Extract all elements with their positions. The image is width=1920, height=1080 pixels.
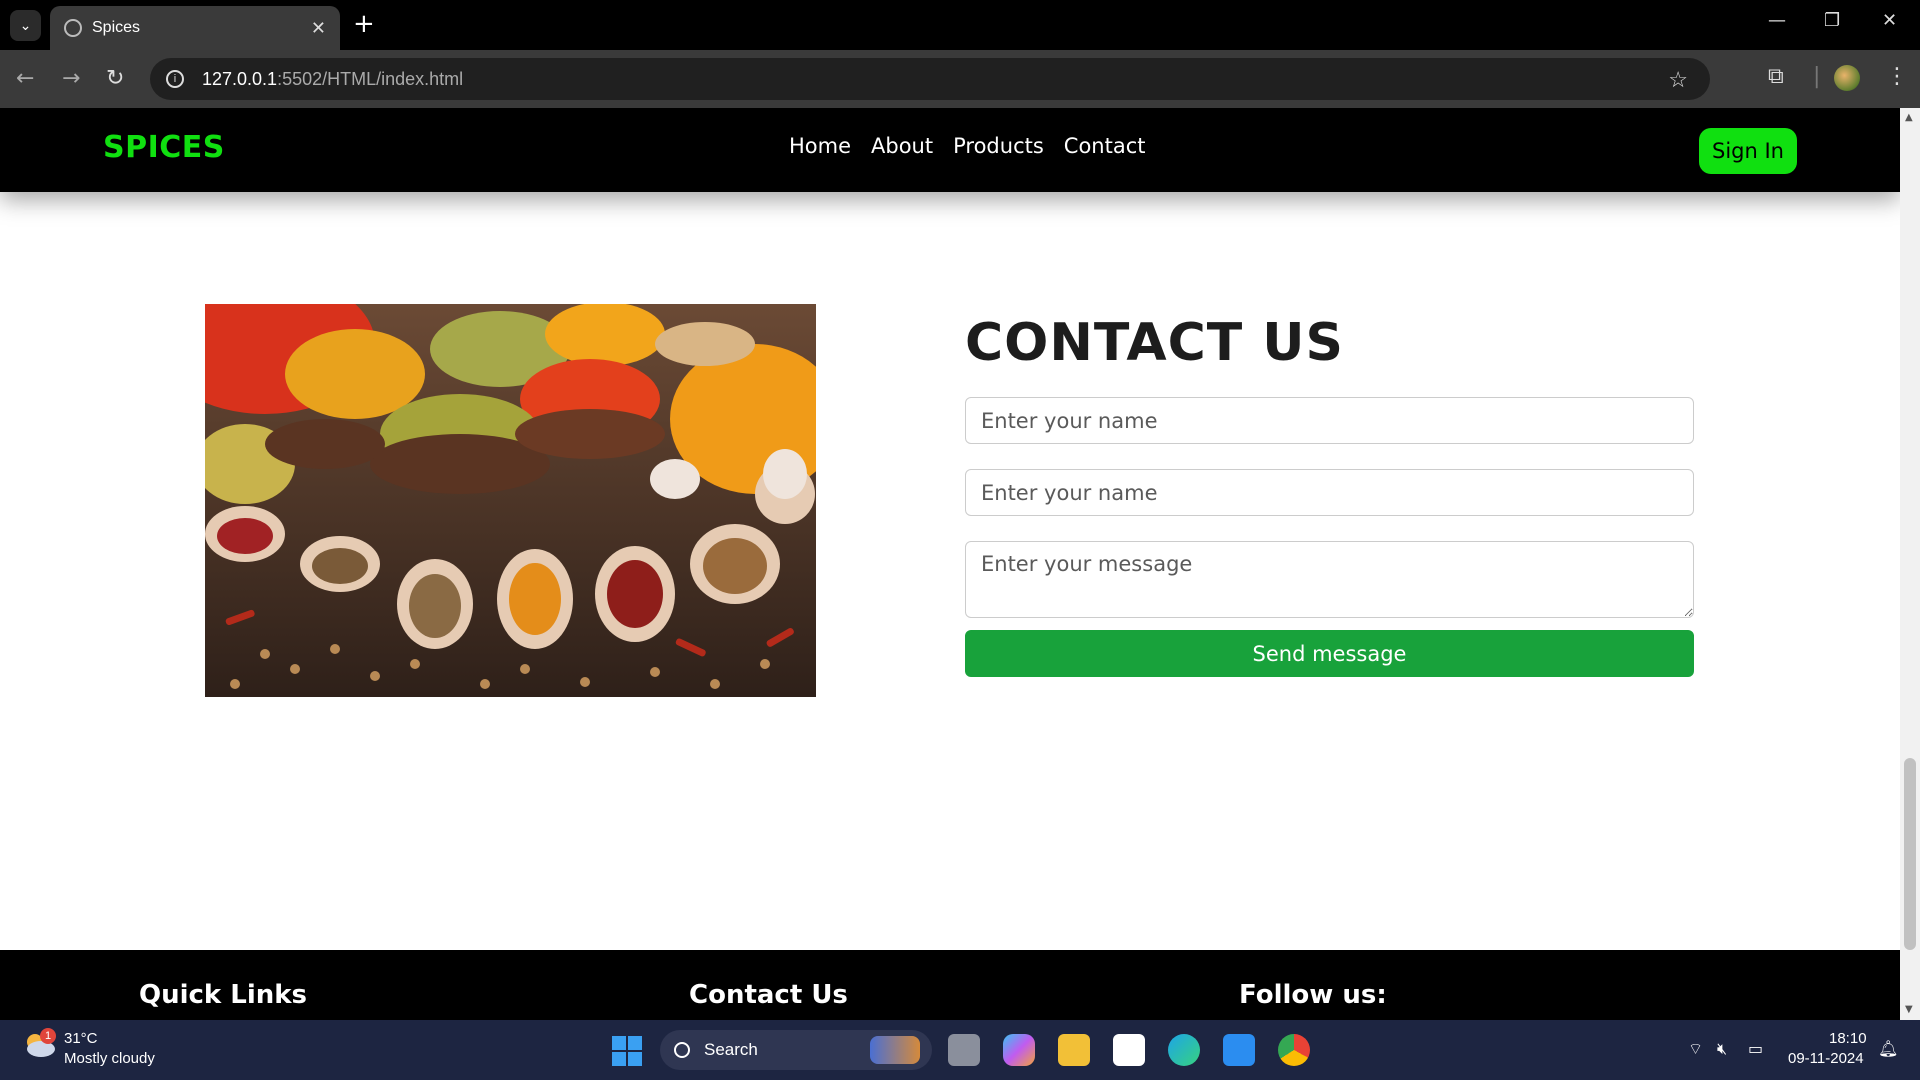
back-icon[interactable]: ← — [16, 66, 34, 91]
message-field[interactable] — [965, 541, 1694, 618]
nav-about[interactable]: About — [871, 134, 933, 158]
nav-contact[interactable]: Contact — [1064, 134, 1146, 158]
volume-muted-icon[interactable]: 🔇︎ — [1717, 1039, 1727, 1059]
reload-icon[interactable]: ↻ — [106, 66, 124, 91]
weather-description[interactable]: Mostly cloudy — [64, 1050, 155, 1067]
name-field[interactable] — [965, 397, 1694, 444]
profile-avatar[interactable] — [1834, 65, 1860, 91]
wifi-icon[interactable]: ︎⌔ — [1688, 1039, 1703, 1059]
file-explorer-icon[interactable] — [1058, 1034, 1090, 1066]
copilot-icon[interactable] — [1003, 1034, 1035, 1066]
nav-products[interactable]: Products — [953, 134, 1044, 158]
restore-icon[interactable]: ❐ — [1824, 10, 1840, 31]
footer-follow-heading: Follow us: — [1239, 980, 1387, 1010]
kebab-menu-icon[interactable]: ⋮ — [1886, 64, 1908, 89]
tab-search-chevron-icon[interactable]: ⌄ — [10, 10, 41, 41]
footer-contact-heading: Contact Us — [689, 980, 848, 1010]
clock-time[interactable]: 18:10 — [1829, 1030, 1867, 1047]
sign-in-button[interactable]: Sign In — [1699, 128, 1797, 174]
url-path: :5502/HTML/index.html — [277, 68, 464, 89]
vscode-icon[interactable] — [1223, 1034, 1255, 1066]
scrollbar-thumb[interactable] — [1904, 758, 1916, 950]
extensions-icon[interactable]: ⧉ — [1768, 64, 1784, 89]
new-tab-button[interactable]: + — [353, 10, 375, 38]
taskbar-search[interactable]: Search — [660, 1030, 932, 1070]
site-nav: Home About Products Contact — [789, 134, 1146, 158]
site-header: SPICES Home About Products Contact Sign … — [0, 108, 1900, 192]
weather-badge: 1 — [40, 1028, 56, 1044]
contact-title: CONTACT US — [965, 313, 1344, 373]
clock-date[interactable]: 09-11-2024 — [1788, 1050, 1864, 1067]
address-bar[interactable]: i 127.0.0.1:5502/HTML/index.html ☆ — [150, 58, 1710, 100]
weather-temperature[interactable]: 31°C — [64, 1030, 98, 1047]
search-highlight-icon — [870, 1036, 920, 1064]
notification-bell-icon[interactable]: 🔔︎ — [1878, 1039, 1898, 1058]
scroll-up-icon[interactable]: ▲ — [1905, 112, 1913, 123]
battery-icon[interactable]: ▭ — [1748, 1039, 1763, 1058]
url-host: 127.0.0.1 — [202, 68, 278, 89]
tab-close-icon[interactable]: ✕ — [311, 18, 326, 39]
site-info-icon[interactable]: i — [166, 70, 184, 88]
scroll-down-icon[interactable]: ▼ — [1905, 1004, 1913, 1015]
send-message-button[interactable]: Send message — [965, 630, 1694, 677]
microsoft-store-icon[interactable] — [1113, 1034, 1145, 1066]
page-viewport: SPICES Home About Products Contact Sign … — [0, 108, 1900, 1020]
browser-tabbar: ⌄ Spices ✕ + — ❐ ✕ — [0, 0, 1920, 50]
chrome-icon[interactable] — [1278, 1034, 1310, 1066]
site-footer: Quick Links Contact Us Follow us: — [0, 950, 1900, 1020]
site-logo[interactable]: SPICES — [103, 130, 225, 165]
browser-toolbar: ← → ↻ i 127.0.0.1:5502/HTML/index.html ☆… — [0, 50, 1920, 108]
minimize-icon[interactable]: — — [1768, 10, 1786, 31]
window-close-icon[interactable]: ✕ — [1882, 10, 1897, 31]
footer-quick-links-heading: Quick Links — [139, 980, 308, 1010]
edge-icon[interactable] — [1168, 1034, 1200, 1066]
windows-start-icon[interactable] — [612, 1036, 642, 1066]
task-view-icon[interactable] — [948, 1034, 980, 1066]
tab-title: Spices — [92, 19, 141, 36]
page-scrollbar[interactable]: ▲ ▼ — [1900, 108, 1920, 1020]
toolbar-divider: | — [1813, 64, 1821, 89]
browser-tab[interactable]: Spices ✕ — [50, 6, 340, 50]
search-icon — [674, 1042, 690, 1058]
second-name-field[interactable] — [965, 469, 1694, 516]
bookmark-star-icon[interactable]: ☆ — [1668, 67, 1688, 93]
taskbar-search-label: Search — [704, 1040, 758, 1059]
windows-taskbar: 1 31°C Mostly cloudy Search ︎⌔ 🔇︎ ▭ 18:1… — [0, 1020, 1920, 1080]
spices-image — [205, 304, 816, 697]
globe-icon — [64, 19, 82, 37]
forward-icon[interactable]: → — [62, 66, 80, 91]
nav-home[interactable]: Home — [789, 134, 851, 158]
